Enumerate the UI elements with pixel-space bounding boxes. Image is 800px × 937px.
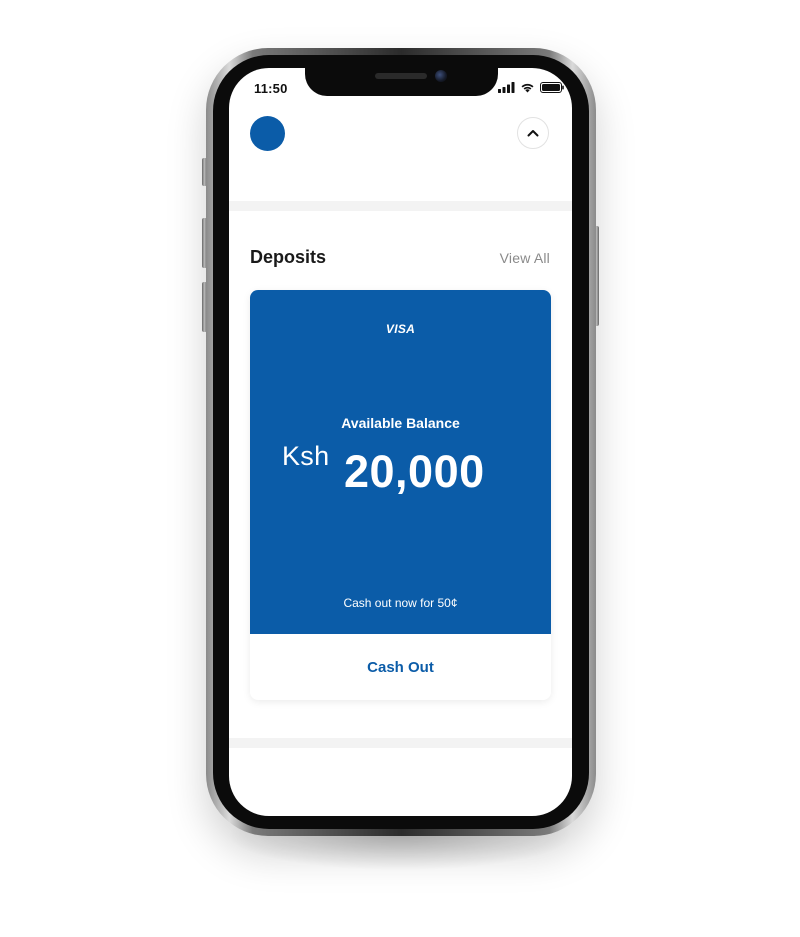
wifi-icon [521, 83, 534, 93]
section-title: Deposits [250, 247, 327, 267]
battery-icon [540, 82, 564, 93]
view-all-link[interactable]: View All [500, 250, 550, 266]
status-time: 11:50 [254, 81, 288, 96]
deposit-card: VISA Available Balance Ksh 20,000 Cash o… [250, 290, 551, 700]
card-face: VISA Available Balance Ksh 20,000 Cash o… [250, 290, 551, 634]
balance-label: Available Balance [341, 415, 460, 431]
cashout-note: Cash out now for 50¢ [343, 596, 458, 610]
avatar[interactable] [250, 116, 285, 151]
balance-currency: Ksh [282, 441, 330, 471]
speaker-grille [375, 73, 427, 79]
front-camera [435, 70, 447, 82]
collapse-button[interactable] [517, 117, 549, 149]
stage: 11:50 Deposits View All VISA Available B… [0, 0, 800, 937]
section-divider-top [229, 201, 572, 211]
cash-out-button[interactable]: Cash Out [250, 634, 551, 700]
balance-amount: 20,000 [344, 446, 485, 497]
status-icons [498, 82, 564, 93]
notch [305, 62, 498, 96]
signal-icon [498, 82, 515, 93]
chevron-up-icon [527, 130, 539, 137]
section-divider-bottom [229, 738, 572, 748]
card-brand-logo: VISA [385, 322, 416, 336]
